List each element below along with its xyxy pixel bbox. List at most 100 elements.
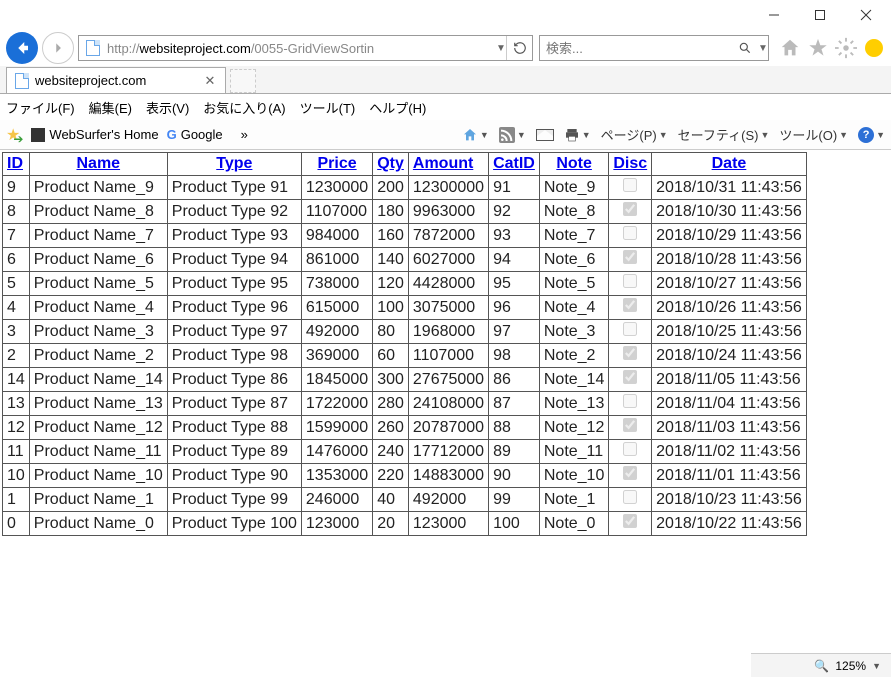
cell-date: 2018/10/24 11:43:56 bbox=[652, 344, 807, 368]
home-icon[interactable] bbox=[779, 37, 801, 59]
search-button[interactable] bbox=[732, 41, 758, 55]
page-menu[interactable]: ページ(P) ▼ bbox=[601, 125, 668, 144]
cell-date: 2018/10/28 11:43:56 bbox=[652, 248, 807, 272]
favorite-websurfer[interactable]: WebSurfer's Home bbox=[31, 127, 158, 142]
table-row: 8Product Name_8Product Type 921107000180… bbox=[3, 200, 807, 224]
smiley-icon[interactable] bbox=[863, 37, 885, 59]
table-row: 7Product Name_7Product Type 939840001607… bbox=[3, 224, 807, 248]
col-header-amount: Amount bbox=[408, 153, 488, 176]
menu-view[interactable]: 表示(V) bbox=[146, 98, 189, 117]
print-dropdown[interactable]: ▼ bbox=[564, 127, 591, 143]
zoom-icon[interactable]: 🔍 bbox=[814, 659, 829, 673]
help-button[interactable]: ?▼ bbox=[858, 127, 885, 143]
col-header-qty: Qty bbox=[373, 153, 409, 176]
disc-checkbox[interactable] bbox=[623, 274, 637, 288]
minimize-button[interactable] bbox=[751, 1, 797, 29]
cell-catid: 91 bbox=[489, 176, 540, 200]
disc-checkbox[interactable] bbox=[623, 370, 637, 384]
disc-checkbox[interactable] bbox=[623, 466, 637, 480]
url-input[interactable]: http://websiteproject.com/0055-GridViewS… bbox=[107, 41, 496, 56]
sort-link-date[interactable]: Date bbox=[712, 155, 747, 172]
cell-catid: 96 bbox=[489, 296, 540, 320]
disc-checkbox[interactable] bbox=[623, 514, 637, 528]
cell-type: Product Type 89 bbox=[167, 440, 301, 464]
url-dropdown-icon[interactable]: ▼ bbox=[496, 43, 506, 54]
menu-favorites[interactable]: お気に入り(A) bbox=[203, 98, 285, 117]
cell-name: Product Name_13 bbox=[29, 392, 167, 416]
rss-dropdown[interactable]: ▼ bbox=[499, 127, 526, 143]
sort-link-id[interactable]: ID bbox=[7, 155, 23, 172]
gridview-table: ID Name Type Price Qty Amount CatID Note… bbox=[2, 152, 807, 536]
disc-checkbox[interactable] bbox=[623, 490, 637, 504]
disc-checkbox[interactable] bbox=[623, 418, 637, 432]
cell-date: 2018/11/04 11:43:56 bbox=[652, 392, 807, 416]
favorites-overflow[interactable]: » bbox=[241, 127, 248, 142]
home-dropdown[interactable]: ▼ bbox=[462, 127, 489, 143]
cell-id: 12 bbox=[3, 416, 30, 440]
cell-qty: 140 bbox=[373, 248, 409, 272]
tab-bar: websiteproject.com ✕ bbox=[0, 66, 891, 94]
maximize-button[interactable] bbox=[797, 1, 843, 29]
cell-name: Product Name_7 bbox=[29, 224, 167, 248]
menu-help[interactable]: ヘルプ(H) bbox=[369, 98, 426, 117]
cell-name: Product Name_8 bbox=[29, 200, 167, 224]
sort-link-disc[interactable]: Disc bbox=[613, 155, 647, 172]
cell-type: Product Type 88 bbox=[167, 416, 301, 440]
cell-type: Product Type 100 bbox=[167, 512, 301, 536]
sort-link-catid[interactable]: CatID bbox=[493, 155, 535, 172]
cell-catid: 90 bbox=[489, 464, 540, 488]
cell-name: Product Name_10 bbox=[29, 464, 167, 488]
back-button[interactable] bbox=[6, 32, 38, 64]
search-bar[interactable]: ▼ bbox=[539, 35, 769, 61]
cell-date: 2018/10/30 11:43:56 bbox=[652, 200, 807, 224]
settings-gear-icon[interactable] bbox=[835, 37, 857, 59]
sort-link-name[interactable]: Name bbox=[76, 155, 120, 172]
disc-checkbox[interactable] bbox=[623, 226, 637, 240]
browser-tab[interactable]: websiteproject.com ✕ bbox=[6, 67, 226, 93]
sort-link-qty[interactable]: Qty bbox=[377, 155, 404, 172]
disc-checkbox[interactable] bbox=[623, 298, 637, 312]
table-row: 9Product Name_9Product Type 911230000200… bbox=[3, 176, 807, 200]
cell-qty: 20 bbox=[373, 512, 409, 536]
disc-checkbox[interactable] bbox=[623, 346, 637, 360]
cell-note: Note_11 bbox=[539, 440, 609, 464]
rss-icon bbox=[499, 127, 515, 143]
cell-price: 1107000 bbox=[301, 200, 372, 224]
disc-checkbox[interactable] bbox=[623, 178, 637, 192]
search-dropdown-icon[interactable]: ▼ bbox=[758, 43, 768, 54]
disc-checkbox[interactable] bbox=[623, 322, 637, 336]
disc-checkbox[interactable] bbox=[623, 250, 637, 264]
cell-disc bbox=[609, 368, 652, 392]
search-input[interactable] bbox=[540, 41, 732, 56]
cell-disc bbox=[609, 488, 652, 512]
favorite-google[interactable]: G Google bbox=[167, 127, 223, 142]
new-tab-button[interactable] bbox=[230, 69, 256, 93]
cell-price: 1353000 bbox=[301, 464, 372, 488]
sort-link-price[interactable]: Price bbox=[317, 155, 356, 172]
cell-qty: 80 bbox=[373, 320, 409, 344]
mail-dropdown[interactable] bbox=[536, 129, 554, 141]
forward-button[interactable] bbox=[42, 32, 74, 64]
tools-menu[interactable]: ツール(O) ▼ bbox=[779, 125, 848, 144]
cell-name: Product Name_1 bbox=[29, 488, 167, 512]
disc-checkbox[interactable] bbox=[623, 442, 637, 456]
address-bar[interactable]: http://websiteproject.com/0055-GridViewS… bbox=[78, 35, 533, 61]
refresh-button[interactable] bbox=[506, 36, 532, 60]
menu-file[interactable]: ファイル(F) bbox=[6, 98, 75, 117]
sort-link-note[interactable]: Note bbox=[556, 155, 592, 172]
sort-link-type[interactable]: Type bbox=[216, 155, 252, 172]
cell-catid: 99 bbox=[489, 488, 540, 512]
menu-edit[interactable]: 編集(E) bbox=[89, 98, 132, 117]
tab-close-button[interactable]: ✕ bbox=[203, 74, 217, 88]
zoom-dropdown-icon[interactable]: ▼ bbox=[872, 661, 881, 671]
favorites-star-icon[interactable] bbox=[807, 37, 829, 59]
table-row: 6Product Name_6Product Type 948610001406… bbox=[3, 248, 807, 272]
safety-menu[interactable]: セーフティ(S) ▼ bbox=[678, 125, 770, 144]
sort-link-amount[interactable]: Amount bbox=[413, 155, 473, 172]
menu-tools[interactable]: ツール(T) bbox=[300, 98, 356, 117]
close-button[interactable] bbox=[843, 1, 889, 29]
disc-checkbox[interactable] bbox=[623, 394, 637, 408]
disc-checkbox[interactable] bbox=[623, 202, 637, 216]
cell-note: Note_1 bbox=[539, 488, 609, 512]
cell-price: 1230000 bbox=[301, 176, 372, 200]
